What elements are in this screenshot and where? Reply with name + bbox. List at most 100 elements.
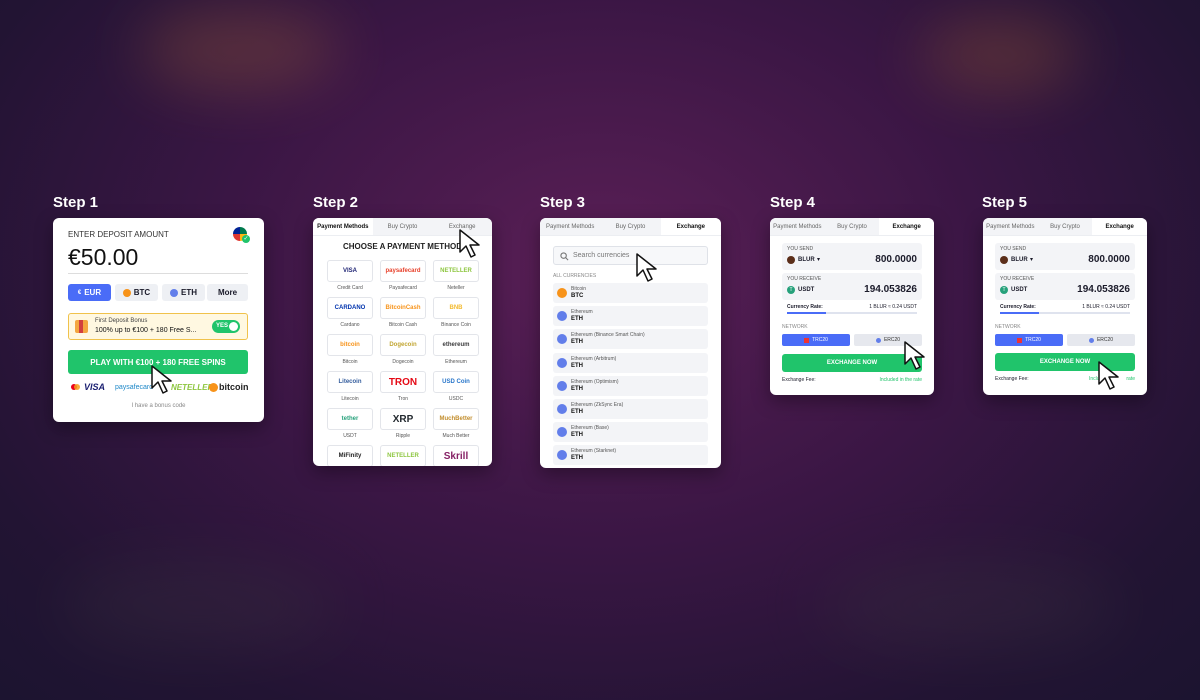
network-label-erc20: ERC20 bbox=[883, 337, 901, 343]
payment-method-label: Credit Card bbox=[337, 285, 363, 291]
currency-code: ETH bbox=[571, 385, 583, 392]
send-amount[interactable]: 800.0000 bbox=[1088, 254, 1130, 265]
currency-code: ETH bbox=[571, 455, 583, 462]
receive-field[interactable]: YOU RECEIVE T USDT 194.053826 bbox=[995, 273, 1135, 300]
currency-code: ETH bbox=[571, 339, 583, 346]
currency-list-item[interactable]: Ethereum (Starknet) ETH bbox=[553, 445, 708, 466]
chevron-down-icon[interactable]: ▾ bbox=[817, 256, 820, 263]
receive-label: YOU RECEIVE bbox=[1000, 276, 1035, 282]
network-erc20-button[interactable]: ERC20 bbox=[1067, 334, 1135, 346]
currency-code: BTC bbox=[571, 293, 584, 299]
payment-method-label: USDC bbox=[448, 396, 464, 402]
payment-method-label: Much Better bbox=[442, 433, 470, 439]
payment-method-label: Cardano bbox=[340, 322, 360, 328]
payment-method-cardano[interactable]: CARDANO bbox=[327, 297, 373, 319]
ethereum-coin-icon bbox=[170, 288, 178, 297]
tab-exchange[interactable]: Exchange bbox=[879, 218, 934, 235]
payment-method-mifinity[interactable]: MiFinity bbox=[327, 445, 373, 466]
currency-list-item[interactable]: Ethereum (Optimism) ETH bbox=[553, 375, 708, 396]
cursor-arrow-icon bbox=[904, 341, 925, 370]
currency-eth-button[interactable]: ETH bbox=[162, 284, 205, 301]
currency-list-item[interactable]: Ethereum (Binance Smart Chain) ETH bbox=[553, 329, 708, 350]
payment-method-muchbetter[interactable]: MuchBetter bbox=[433, 408, 479, 430]
currency-list-item[interactable]: Ethereum (Base) ETH bbox=[553, 422, 708, 443]
payment-method-xrp[interactable]: XRP bbox=[380, 408, 426, 430]
payment-method-ethereum[interactable]: ethereum bbox=[433, 334, 479, 356]
payment-method-tron[interactable]: TRON bbox=[380, 371, 426, 393]
chevron-down-icon[interactable]: ▾ bbox=[1030, 256, 1033, 263]
search-placeholder: Search currencies bbox=[573, 252, 630, 259]
currency-btc-button[interactable]: BTC bbox=[115, 284, 158, 301]
paysafecard-logo: paysafecard bbox=[115, 384, 154, 391]
tron-icon bbox=[1017, 337, 1023, 343]
tab-payment-methods[interactable]: Payment Methods bbox=[313, 218, 373, 235]
tab-buy-crypto[interactable]: Buy Crypto bbox=[824, 218, 880, 235]
payment-method-skrill[interactable]: Skrill bbox=[433, 445, 479, 466]
payment-method-neteller[interactable]: NETELLER bbox=[380, 445, 426, 466]
exchange-now-button[interactable]: EXCHANGE NOW bbox=[782, 354, 922, 372]
bitcoin-logo: bitcoin bbox=[219, 382, 249, 392]
tab-bar: Payment Methods Buy Crypto Exchange bbox=[540, 218, 721, 236]
network-label: NETWORK bbox=[995, 324, 1021, 330]
currency-more-button[interactable]: More bbox=[207, 284, 248, 301]
tab-payment-methods[interactable]: Payment Methods bbox=[540, 218, 601, 235]
payment-method-label: Bitcoin bbox=[342, 359, 358, 365]
tab-buy-crypto[interactable]: Buy Crypto bbox=[600, 218, 661, 235]
ethereum-coin-icon bbox=[557, 450, 567, 461]
search-input[interactable]: Search currencies bbox=[553, 246, 708, 265]
network-trc20-button[interactable]: TRC20 bbox=[782, 334, 850, 346]
bonus-toggle[interactable]: YES bbox=[212, 320, 240, 333]
rate-label: Currency Rate: bbox=[787, 304, 823, 310]
send-label: YOU SEND bbox=[787, 246, 814, 252]
payment-method-dogecoin[interactable]: Dogecoin bbox=[380, 334, 426, 356]
payment-method-label: Neteller bbox=[447, 285, 465, 291]
send-field[interactable]: YOU SEND BLUR ▾ 800.0000 bbox=[995, 243, 1135, 270]
fee-label: Exchange Fee: bbox=[995, 376, 1029, 382]
currency-list-item[interactable]: Bitcoin BTC bbox=[553, 283, 708, 303]
fee-value: Included in the rate bbox=[879, 377, 922, 383]
payment-method-paysafecard[interactable]: paysafecard bbox=[380, 260, 426, 282]
currency-list-item[interactable]: Ethereum (ZkSync Era) ETH bbox=[553, 399, 708, 419]
tab-exchange[interactable]: Exchange bbox=[1092, 218, 1147, 235]
currency-name: Bitcoin bbox=[571, 286, 587, 292]
tab-bar: Payment Methods Buy Crypto Exchange bbox=[770, 218, 934, 236]
currency-code: ETH bbox=[571, 362, 583, 369]
payment-method-bitcoin[interactable]: bitcoin bbox=[327, 334, 373, 356]
deposit-amount-input[interactable]: €50.00 bbox=[68, 244, 138, 271]
currency-name: Ethereum (Arbitrum) bbox=[571, 355, 617, 362]
network-trc20-button[interactable]: TRC20 bbox=[995, 334, 1063, 346]
payment-method-litecoin[interactable]: Litecoin bbox=[327, 371, 373, 393]
currency-name: Ethereum (ZkSync Era) bbox=[571, 402, 624, 408]
tron-icon bbox=[804, 337, 810, 343]
payment-method-bitcoincash[interactable]: BitcoinCash bbox=[380, 297, 426, 319]
tab-payment-methods[interactable]: Payment Methods bbox=[770, 218, 825, 235]
background-blur bbox=[140, 10, 340, 90]
payment-method-bnb[interactable]: BNB bbox=[433, 297, 479, 319]
payment-method-neteller[interactable]: NETELLER bbox=[433, 260, 479, 282]
send-currency[interactable]: BLUR bbox=[1011, 257, 1028, 263]
background-blur bbox=[60, 560, 340, 650]
payment-method-label: Binance Coin bbox=[441, 322, 471, 328]
currency-list-item[interactable]: Ethereum ETH bbox=[553, 306, 708, 327]
tab-payment-methods[interactable]: Payment Methods bbox=[983, 218, 1038, 235]
blur-coin-icon bbox=[787, 256, 795, 264]
payment-method-tether[interactable]: tether bbox=[327, 408, 373, 430]
tab-buy-crypto[interactable]: Buy Crypto bbox=[372, 218, 433, 235]
bonus-code-link[interactable]: I have a bonus code bbox=[53, 403, 264, 409]
currency-label: EUR bbox=[84, 288, 102, 297]
ethereum-icon bbox=[875, 337, 881, 343]
ethereum-icon bbox=[1088, 337, 1094, 343]
currency-list-item[interactable]: Ethereum (Arbitrum) ETH bbox=[553, 352, 708, 373]
gift-ribbon bbox=[79, 320, 83, 333]
currency-eur-button[interactable]: € EUR bbox=[68, 284, 111, 301]
send-field[interactable]: YOU SEND BLUR ▾ 800.0000 bbox=[782, 243, 922, 270]
payment-method-visa[interactable]: VISA bbox=[327, 260, 373, 282]
tab-exchange[interactable]: Exchange bbox=[660, 218, 721, 235]
payment-method-usd-coin[interactable]: USD Coin bbox=[433, 371, 479, 393]
fee-label: Exchange Fee: bbox=[782, 377, 816, 383]
send-currency[interactable]: BLUR bbox=[798, 257, 815, 263]
receive-label: YOU RECEIVE bbox=[787, 276, 822, 282]
send-amount[interactable]: 800.0000 bbox=[875, 254, 917, 265]
tab-buy-crypto[interactable]: Buy Crypto bbox=[1037, 218, 1093, 235]
receive-field[interactable]: YOU RECEIVE T USDT 194.053826 bbox=[782, 273, 922, 300]
